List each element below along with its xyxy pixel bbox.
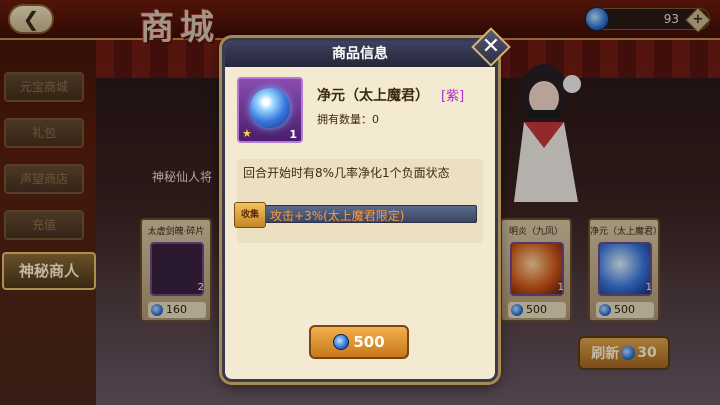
- collection-bonus-text: 攻击+3%(太上魔君限定): [270, 209, 405, 223]
- item-description: 回合开始时有8%几率净化1个负面状态: [243, 166, 450, 180]
- dialog-title: 商品信息: [225, 41, 495, 67]
- owned-count: 拥有数量：0: [317, 113, 379, 126]
- purification-orb-icon: [250, 88, 290, 128]
- buy-price: 500: [353, 333, 385, 351]
- collection-tag-icon: 收集: [234, 202, 266, 228]
- description-box: 回合开始时有8%几率净化1个负面状态 收集 攻击+3%(太上魔君限定): [234, 159, 483, 243]
- item-quantity: 1: [289, 128, 297, 141]
- item-icon-frame: ★ 1: [237, 77, 303, 143]
- collection-bonus-bar: 收集 攻击+3%(太上魔君限定): [234, 202, 477, 228]
- close-icon: ✕: [481, 34, 501, 59]
- item-info-dialog: 商品信息 ★ 1 净元（太上魔君） [紫] 拥有数量：0 回合开始时有8%几率净…: [222, 38, 498, 382]
- close-button[interactable]: ✕: [471, 27, 511, 67]
- item-rarity: [紫]: [441, 89, 465, 104]
- buy-button[interactable]: 500: [309, 325, 409, 359]
- item-name: 净元（太上魔君）: [317, 88, 429, 104]
- jade-coin-icon: [333, 334, 350, 350]
- star-icon: ★: [242, 127, 252, 140]
